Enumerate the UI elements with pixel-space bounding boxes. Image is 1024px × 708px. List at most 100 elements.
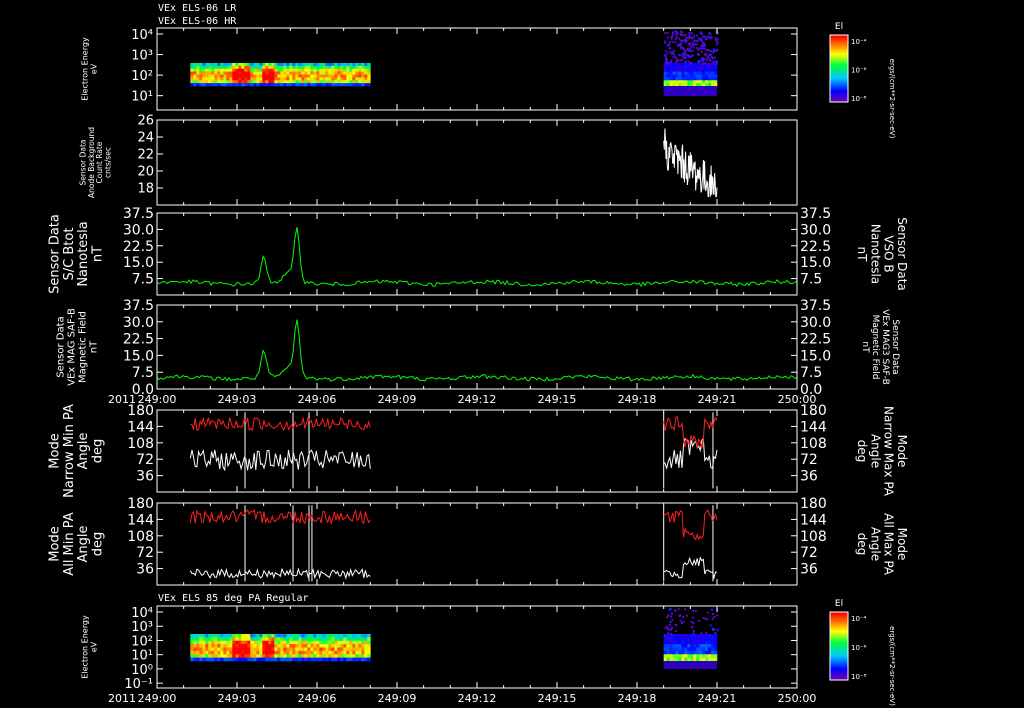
heatmap-cell: [708, 68, 712, 72]
heatmap-cell: [211, 657, 215, 662]
heatmap-cell: [358, 68, 362, 72]
heatmap-cell: [226, 68, 230, 72]
heatmap-cell: [684, 644, 688, 648]
heatmap-cell: [663, 68, 667, 72]
heatmap-cell: [331, 65, 335, 70]
heatmap-cell: [367, 647, 371, 652]
heatmap-cell: [684, 650, 688, 655]
y-tick-label-right: 22.5: [800, 332, 831, 348]
heatmap-cell: [328, 640, 332, 645]
heatmap-cell: [196, 647, 200, 652]
heatmap-cell: [349, 83, 353, 87]
y-tick-label-right: 144: [800, 419, 827, 435]
heatmap-cell: [232, 647, 236, 652]
heatmap-cell: [331, 657, 335, 662]
heatmap-cell: [708, 80, 712, 84]
heatmap-cell: [349, 654, 353, 658]
heatmap-cell: [702, 74, 706, 78]
time-tick-label: 249:12: [458, 393, 497, 406]
heatmap-cell: [277, 83, 281, 87]
heatmap-cell: [687, 637, 691, 642]
heatmap-cell: [298, 80, 302, 84]
y-axis-label-line: Narrow Min PA: [62, 404, 77, 498]
heatmap-cell: [250, 80, 254, 84]
heatmap-cell: [307, 657, 311, 662]
heatmap-cell: [669, 640, 673, 645]
heatmap-cell: [319, 65, 323, 70]
heatmap-cell: [211, 65, 215, 70]
heatmap-cell: [313, 654, 317, 658]
heatmap-cell: [313, 634, 317, 638]
colorbar-tick-label: 10⁻⁴: [851, 615, 867, 623]
y-tick-label: 37.5: [123, 206, 154, 222]
heatmap-speckle: [711, 608, 714, 611]
heatmap-cell: [226, 65, 230, 70]
heatmap-cell: [334, 77, 338, 81]
heatmap-cell: [675, 640, 679, 645]
heatmap-cell: [244, 657, 248, 662]
heatmap-cell: [343, 657, 347, 662]
right-axis-label-line: deg: [855, 440, 869, 463]
heatmap-cell: [343, 644, 347, 648]
heatmap-cell: [265, 644, 269, 648]
heatmap-cell: [322, 654, 326, 658]
heatmap-cell: [322, 644, 326, 648]
heatmap-cell: [289, 65, 293, 70]
time-tick-label: 250:00: [778, 393, 817, 406]
heatmap-cell: [259, 71, 263, 75]
heatmap-cell: [681, 71, 685, 75]
heatmap-speckle: [703, 47, 706, 50]
heatmap-speckle: [716, 629, 719, 632]
right-axis-label-line: Narrow Max PA: [882, 406, 896, 497]
heatmap-cell: [283, 74, 287, 78]
heatmap-cell: [199, 65, 203, 70]
y-tick-label: 10⁴: [131, 606, 153, 621]
heatmap-cell: [208, 640, 212, 645]
colorbar-tick-label: 10⁻⁸: [851, 95, 867, 103]
heatmap-cell: [205, 644, 209, 648]
heatmap-cell: [364, 63, 368, 67]
heatmap-cell: [202, 83, 206, 87]
heatmap-cell: [310, 65, 314, 70]
heatmap-speckle: [683, 34, 686, 37]
heatmap-cell: [684, 68, 688, 72]
heatmap-cell: [355, 68, 359, 72]
heatmap-cell: [283, 71, 287, 75]
y-axis-label-line: Sensor Data: [56, 316, 67, 377]
heatmap-cell: [340, 657, 344, 662]
heatmap-cell: [205, 65, 209, 70]
heatmap-cell: [705, 640, 709, 645]
heatmap-cell: [325, 650, 329, 655]
heatmap-cell: [283, 654, 287, 658]
heatmap-cell: [292, 71, 296, 75]
heatmap-speckle: [692, 42, 695, 45]
heatmap-cell: [235, 65, 239, 70]
heatmap-cell: [678, 80, 682, 84]
heatmap-cell: [711, 654, 715, 658]
heatmap-cell: [684, 80, 688, 84]
heatmap-cell: [202, 77, 206, 81]
heatmap-cell: [253, 644, 257, 648]
heatmap-cell: [289, 644, 293, 648]
right-axis-label-line: Sensor Data: [895, 217, 909, 291]
heatmap-cell: [301, 637, 305, 642]
heatmap-speckle: [685, 614, 688, 617]
heatmap-cell: [672, 74, 676, 78]
y-tick-label-right: 37.5: [800, 298, 831, 314]
heatmap-cell: [238, 644, 242, 648]
heatmap-cell: [711, 63, 715, 67]
heatmap-cell: [226, 71, 230, 75]
heatmap-cell: [307, 65, 311, 70]
heatmap-cell: [346, 74, 350, 78]
heatmap-speckle: [716, 614, 719, 617]
heatmap-cell: [217, 647, 221, 652]
heatmap-cell: [346, 634, 350, 638]
heatmap-cell: [193, 647, 197, 652]
heatmap-cell: [316, 71, 320, 75]
heatmap-cell: [690, 77, 694, 81]
heatmap-cell: [325, 637, 329, 642]
heatmap-speckle: [666, 44, 669, 47]
heatmap-speckle: [685, 36, 688, 39]
heatmap-cell: [226, 637, 230, 642]
heatmap-cell: [690, 640, 694, 645]
